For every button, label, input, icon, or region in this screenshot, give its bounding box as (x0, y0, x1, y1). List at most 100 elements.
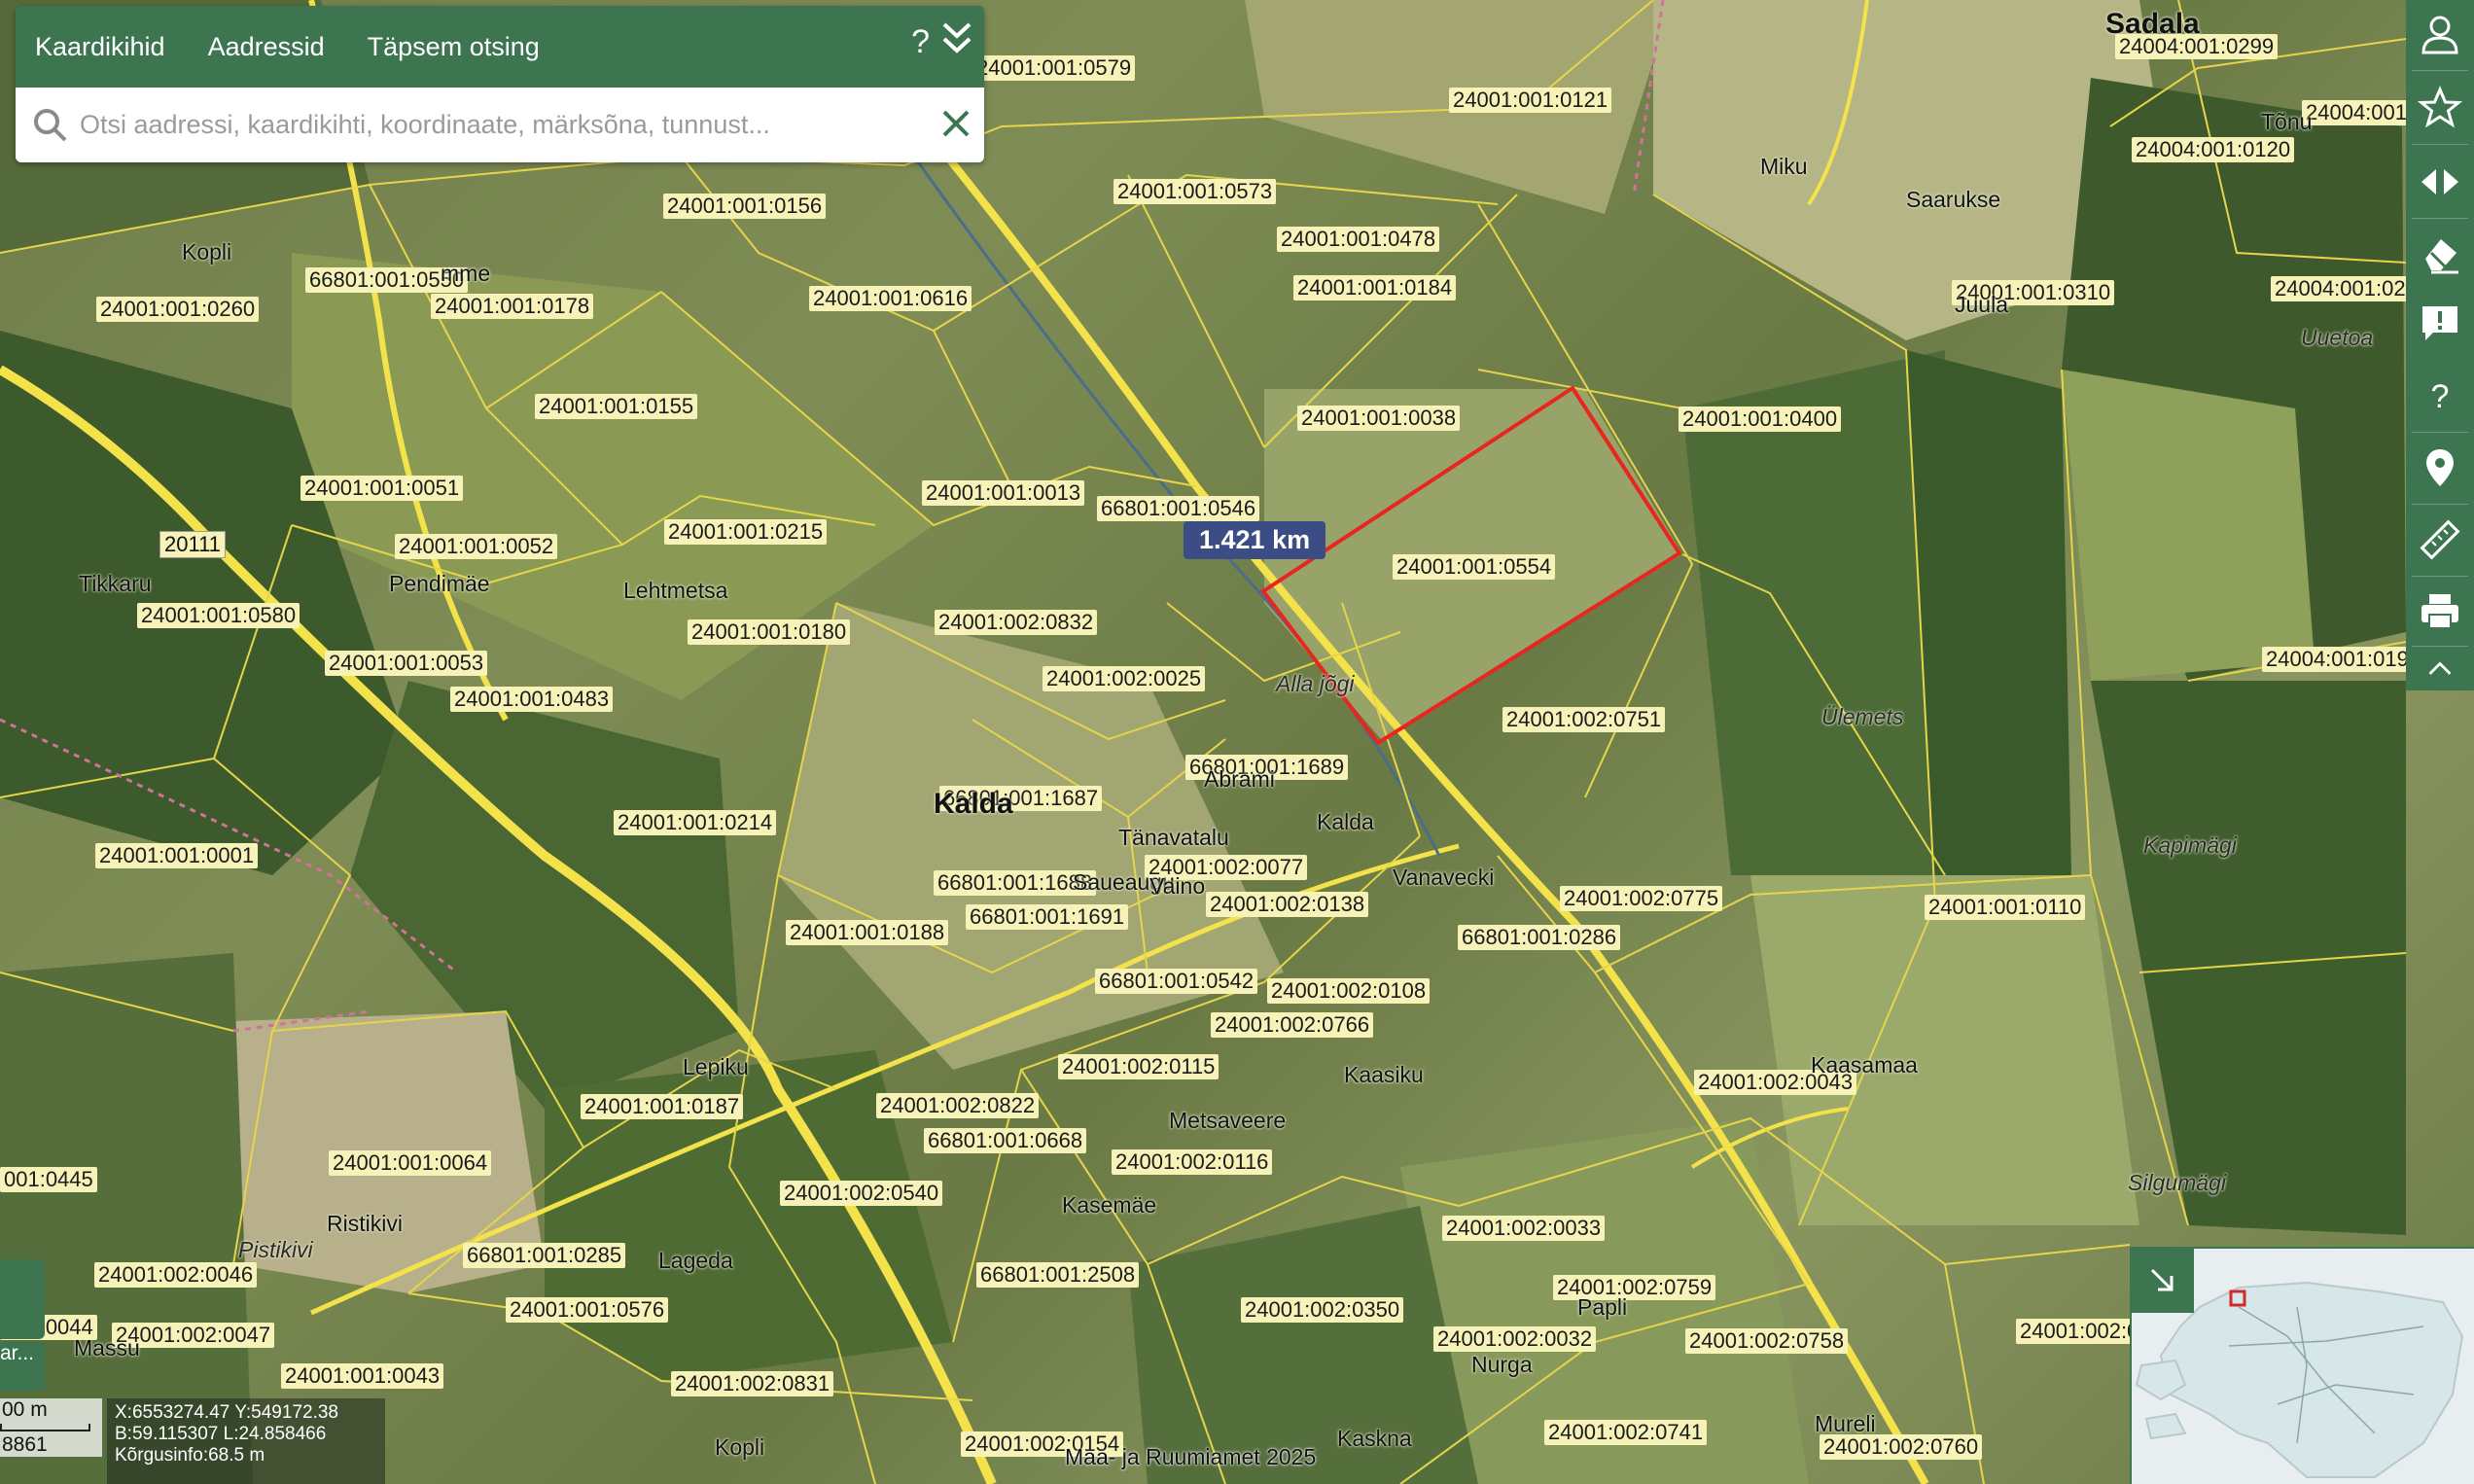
parcel-id-label[interactable]: 24001:001:0156 (663, 194, 827, 219)
parcel-id-label[interactable]: 24001:001:0579 (972, 55, 1136, 81)
parcel-id-label[interactable]: 24001:001:0013 (922, 480, 1085, 506)
parcel-id-label[interactable]: 24001:001:0215 (664, 519, 828, 545)
parcel-id-label[interactable]: 24001:001:0580 (137, 603, 300, 628)
parcel-id-label[interactable]: 24001:001:0155 (535, 394, 698, 419)
parcel-id-label[interactable]: 24001:001:0043 (281, 1363, 444, 1389)
help-toolbar-button[interactable]: ? (2406, 362, 2474, 430)
parcel-id-label[interactable]: 24001:002:0831 (671, 1371, 834, 1396)
side-panel-toggle[interactable] (0, 1259, 45, 1339)
parcel-id-label[interactable]: 24001:001:0052 (395, 534, 558, 559)
place-name-label: Sadala (2105, 8, 2200, 40)
place-name-label: Ülemets (1821, 704, 1904, 729)
eraser-icon (2425, 239, 2458, 274)
eraser-button[interactable] (2406, 220, 2474, 288)
parcel-id-label[interactable]: 24001:002:0775 (1560, 886, 1723, 911)
map-attribution: Maa- ja Ruumiamet 2025 (1065, 1444, 1317, 1469)
parcel-id-label[interactable]: 24001:001:0478 (1277, 227, 1440, 252)
parcel-id-label[interactable]: 24001:001:0178 (431, 294, 594, 319)
parcel-id-label[interactable]: 24001:002:0822 (876, 1093, 1040, 1118)
parcel-id-label[interactable]: 66801:001:2508 (976, 1262, 1140, 1288)
tab-map-layers[interactable]: Kaardikihid (35, 32, 165, 62)
parcel-id-label[interactable]: 66801:001:0542 (1095, 969, 1258, 994)
parcel-id-label[interactable]: 24004:001:0120 (2132, 137, 2295, 162)
parcel-id-label[interactable]: 24001:002:0758 (1685, 1328, 1849, 1354)
parcel-id-label[interactable]: 24001:001:0180 (688, 619, 851, 645)
parcel-id-label[interactable]: 001:0445 (0, 1167, 97, 1192)
parcel-id-label[interactable]: 24001:001:0064 (329, 1150, 492, 1176)
map-canvas[interactable]: 24001:001:0579 24001:001:0121 24004:001:02… (0, 0, 2474, 1484)
parcel-id-label[interactable]: 24001:001:0110 (1925, 895, 2086, 920)
parcel-id-label[interactable]: 24004:001:019 (2262, 647, 2413, 672)
parcel-id-label[interactable]: 24001:001:0038 (1297, 406, 1461, 431)
close-icon[interactable] (939, 107, 972, 140)
layer-switch-button[interactable]: ar... (0, 1342, 45, 1391)
tab-addresses[interactable]: Aadressid (208, 32, 325, 62)
parcel-id-label[interactable]: 24001:001:0400 (1679, 406, 1842, 432)
parcel-id-label[interactable]: 24001:001:0051 (300, 476, 464, 501)
place-name-label: Saarukse (1906, 187, 2001, 212)
height-info: Kõrgusinfo:68.5 m (115, 1445, 265, 1466)
feedback-icon (2422, 306, 2457, 340)
parcel-id-label[interactable]: 24001:002:0540 (780, 1181, 943, 1206)
compare-button[interactable] (2406, 148, 2474, 216)
place-name-label: Tänavatalu (1118, 825, 1229, 850)
parcel-id-label[interactable]: 24001:002:0741 (1544, 1420, 1708, 1445)
parcel-id-label[interactable]: 24001:001:0053 (325, 651, 488, 676)
parcel-id-label[interactable]: 24001:001:0188 (786, 920, 949, 945)
parcel-id-label[interactable]: 66801:001:0668 (924, 1128, 1087, 1153)
place-name-label: Mureli (1815, 1411, 1876, 1436)
parcel-id-label[interactable]: 24001:001:0260 (96, 297, 260, 322)
print-button[interactable] (2406, 578, 2474, 646)
location-button[interactable] (2406, 434, 2474, 502)
parcel-id-label[interactable]: 24001:002:0032 (1433, 1326, 1597, 1352)
parcel-id-label[interactable]: 24001:002:0138 (1206, 892, 1369, 917)
parcel-id-label[interactable]: 24001:001:0616 (809, 286, 972, 311)
collapse-toolbar-button[interactable] (2406, 648, 2474, 690)
parcel-id-label[interactable]: 24001:001:0187 (581, 1094, 744, 1119)
scale-ratio: 8861 (2, 1433, 48, 1456)
parcel-id-label[interactable]: 24001:001:0483 (450, 687, 614, 712)
parcel-id-label[interactable]: 24001:001:0214 (614, 810, 777, 835)
help-button[interactable]: ? (911, 23, 930, 61)
search-bar (16, 88, 984, 162)
parcel-id-label[interactable]: 24001:001:0121 (1449, 88, 1612, 113)
parcel-id-label[interactable]: 66801:001:0286 (1458, 925, 1621, 950)
user-button[interactable] (2406, 0, 2474, 68)
parcel-id-label[interactable]: 24001:002:0116 (1112, 1149, 1273, 1175)
place-name-label: Vaino (1149, 873, 1206, 899)
collapse-panel-button[interactable] (939, 19, 974, 63)
feedback-button[interactable] (2406, 290, 2474, 358)
star-icon (2418, 86, 2462, 128)
search-input[interactable] (78, 109, 918, 141)
tab-advanced-search[interactable]: Täpsem otsing (368, 32, 540, 62)
parcel-id-label[interactable]: 24001:001:0576 (506, 1297, 669, 1323)
expand-overview-button[interactable] (2130, 1247, 2194, 1313)
favorites-button[interactable] (2406, 74, 2474, 142)
field-patch (1750, 875, 2139, 1225)
parcel-id-label[interactable]: 24001:001:0184 (1293, 275, 1457, 300)
place-name-label: Tõnu (2261, 109, 2313, 134)
place-name-label: mme (441, 261, 491, 286)
parcel-id-label[interactable]: 24001:002:0033 (1442, 1216, 1606, 1241)
parcel-id-label[interactable]: 24001:002:0108 (1267, 978, 1431, 1004)
measure-button[interactable] (2406, 506, 2474, 574)
parcel-id-label[interactable]: 24001:002:0115 (1058, 1054, 1219, 1079)
parcel-id-label[interactable]: 66801:001:0285 (463, 1243, 626, 1268)
parcel-id-label[interactable]: 24001:002:0751 (1502, 707, 1666, 732)
parcel-id-label[interactable]: 24001:002:0046 (94, 1262, 258, 1288)
chevron-up-icon (2428, 661, 2452, 675)
parcel-id-label[interactable]: 24001:002:0350 (1241, 1297, 1404, 1323)
parcel-id-label[interactable]: 24001:001:0001 (95, 843, 259, 868)
parcel-id-label[interactable]: 24001:002:0766 (1211, 1012, 1374, 1038)
parcel-id-label[interactable]: 24001:001:0554 (1393, 554, 1556, 580)
location-pin-icon (2426, 449, 2454, 486)
parcel-id-label[interactable]: 66801:001:1691 (966, 904, 1129, 930)
parcel-id-label[interactable]: 24004:001 (2302, 100, 2411, 125)
parcel-id-label[interactable]: 24001:001:0573 (1113, 179, 1277, 204)
place-name-label: Abrami (1204, 766, 1275, 792)
parcel-id-label[interactable]: 24001:002:0025 (1043, 666, 1206, 691)
parcel-id-label[interactable]: 24001:002:0832 (935, 610, 1098, 635)
parcel-id-label[interactable]: 66801:001:0546 (1097, 496, 1260, 521)
parcel-id-label[interactable]: 24001:002:0760 (1820, 1434, 1983, 1460)
parcel-id-label[interactable]: 66801:001:1688 (934, 870, 1097, 896)
